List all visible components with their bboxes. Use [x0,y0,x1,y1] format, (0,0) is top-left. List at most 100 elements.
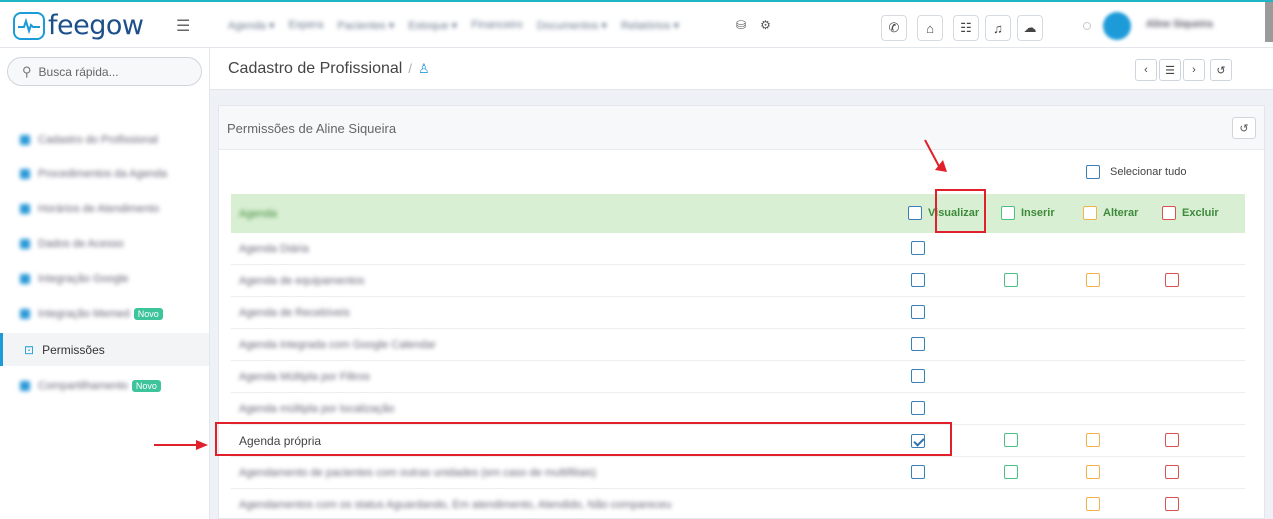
permission-checkbox[interactable] [1165,433,1179,447]
clock-icon [20,203,30,214]
nav-item[interactable]: Agenda ▾ [228,19,275,32]
permission-checkbox[interactable] [1165,273,1179,287]
permission-checkbox[interactable] [911,241,925,255]
permission-checkbox[interactable] [1004,433,1018,447]
row-label: Agendamentos com os status Aguardando, E… [239,499,672,511]
sidebar-item-compartilhamento[interactable]: Compartilhamento Novo [0,369,209,402]
nav-item[interactable]: Documentos ▾ [537,19,607,32]
sidebar-item-horarios[interactable]: Horários de Atendimento [0,192,209,225]
permission-checkbox[interactable] [1004,465,1018,479]
column-excluir[interactable]: Excluir [1162,206,1219,220]
nav-item[interactable]: Estoque ▾ [408,19,457,32]
new-badge: Novo [131,379,161,392]
tasks-button[interactable]: ☷ [953,15,979,41]
brand-logo[interactable]: feegow [13,10,144,41]
brand-name: feegow [48,10,144,41]
key-icon [20,238,30,249]
permission-checkbox[interactable] [1165,465,1179,479]
inbox-icon: ⌂ [926,20,934,36]
nav-item[interactable]: Pacientes ▾ [337,19,394,32]
sidebar-item-google[interactable]: Integração Google [0,262,209,295]
scrollbar[interactable] [1265,2,1273,42]
permission-checkbox[interactable] [1086,273,1100,287]
panel-title: Permissões de Aline Siqueira [227,121,397,136]
chat-button[interactable]: ☁ [1017,15,1043,41]
row-label: Agenda de Recebíveis [239,307,350,319]
gear-icon[interactable]: ⚙ [760,18,771,32]
column-alterar[interactable]: Alterar [1083,206,1138,220]
inserir-all-checkbox[interactable] [1001,206,1015,220]
sidebar-item-label: Permissões [42,342,105,357]
arrow-right-icon [154,440,208,450]
share-icon [20,380,30,391]
sidebar-item-label: Horários de Atendimento [38,202,160,215]
list-button[interactable]: ☰ [1159,59,1181,81]
select-all-label: Selecionar tudo [1110,166,1187,178]
list-icon: ☰ [1165,64,1175,77]
column-label: Inserir [1021,207,1055,219]
column-inserir[interactable]: Inserir [1001,206,1055,220]
next-button[interactable]: › [1183,59,1205,81]
nav-item[interactable]: Relatórios ▾ [621,19,679,32]
breadcrumb: Cadastro de Profissional / ♙ ‹ ☰ › ↺ [210,48,1273,90]
memed-icon [20,308,30,319]
user-icon [20,134,30,145]
alterar-all-checkbox[interactable] [1083,206,1097,220]
visualizar-all-checkbox[interactable] [908,206,922,220]
select-all[interactable]: Selecionar tudo [1086,165,1186,179]
permission-checkbox[interactable] [911,337,925,351]
history-button[interactable]: ↺ [1210,59,1232,81]
table-row: Agenda múltipla por localização [231,393,1245,425]
permission-checkbox[interactable] [1086,497,1100,511]
table-row: Agenda Múltipla por Filtros [231,361,1245,393]
row-label: Agenda múltipla por localização [239,403,395,415]
column-label: Alterar [1103,207,1139,219]
user-name[interactable]: Aline Siqueira [1146,19,1213,30]
row-label: Agenda Diária [239,243,309,255]
select-all-checkbox[interactable] [1086,165,1100,179]
search-input[interactable]: ⚲ Busca rápida... [7,57,202,86]
permission-checkbox[interactable] [911,369,925,383]
sidebar-item-acesso[interactable]: Dados de Acesso [0,227,209,260]
chat-icon: ☁ [1023,20,1037,35]
table-row: Agenda de Recebíveis [231,297,1245,329]
checklist-icon: ☷ [960,20,972,35]
row-label: Agenda de equipamentos [239,275,365,287]
row-label: Agendamento de pacientes com outras unid… [239,467,597,479]
history-button[interactable]: ↺ [1232,117,1256,139]
chevron-right-icon: › [1192,64,1196,76]
permission-checkbox[interactable] [911,465,925,479]
permission-checkbox[interactable] [911,401,925,415]
lock-icon: ⊡ [24,342,35,357]
previous-button[interactable]: ‹ [1135,59,1157,81]
group-label: Agenda [239,208,277,220]
inbox-button[interactable]: ⌂ [917,15,943,41]
menu-icon[interactable]: ☰ [176,16,190,36]
sidebar-item-permissoes[interactable]: ⊡ Permissões [0,333,209,366]
permission-checkbox[interactable] [1086,465,1100,479]
nav-item[interactable]: Financeiro [471,19,522,32]
sidebar-item-memed[interactable]: Integração Memed Novo [0,297,209,330]
permission-checkbox[interactable] [1086,433,1100,447]
sidebar-item-cadastro[interactable]: Cadastro do Profissional [0,123,209,156]
sidebar-item-label: Compartilhamento [38,379,128,392]
top-nav: Agenda ▾ Espera Pacientes ▾ Estoque ▾ Fi… [228,19,679,32]
top-nav-icons: ⛁ ⚙ [736,18,771,32]
notifications-button[interactable]: ♫ [985,15,1011,41]
phone-button[interactable]: ✆ [881,15,907,41]
nav-item[interactable]: Espera [289,19,324,32]
excluir-all-checkbox[interactable] [1162,206,1176,220]
row-label: Agenda Múltipla por Filtros [239,371,370,383]
permission-checkbox[interactable] [911,273,925,287]
permission-checkbox[interactable] [1165,497,1179,511]
avatar[interactable] [1103,12,1131,40]
permission-checkbox[interactable] [1004,273,1018,287]
table-row: Agendamento de pacientes com outras unid… [231,457,1245,489]
new-badge: Novo [133,307,163,320]
database-icon[interactable]: ⛁ [736,18,746,32]
sidebar-item-procedimentos[interactable]: Procedimentos da Agenda [0,157,209,190]
table-header: Agenda Visualizar Inserir Alterar Exclui… [231,194,1245,233]
google-icon [20,273,30,284]
sidebar-item-label: Integração Google [38,272,129,285]
permission-checkbox[interactable] [911,305,925,319]
